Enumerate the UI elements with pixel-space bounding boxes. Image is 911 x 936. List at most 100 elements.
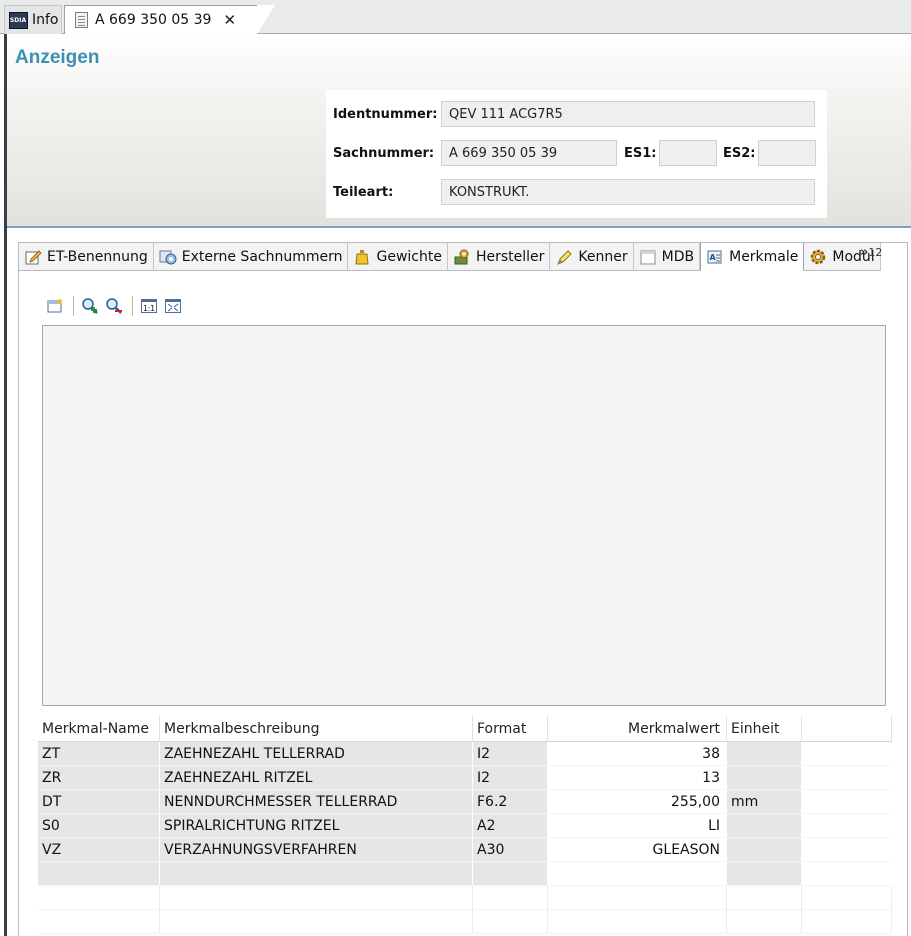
cell-merkmalwert[interactable]: LI — [548, 814, 727, 838]
teileart-field[interactable]: KONSTRUKT. — [441, 179, 815, 205]
cell-merkmalwert[interactable]: 38 — [548, 742, 727, 766]
part-info-form: Identnummer: QEV 111 ACG7R5 Sachnummer: … — [326, 90, 827, 218]
es2-label: ES2: — [723, 146, 756, 161]
identnummer-field[interactable]: QEV 111 ACG7R5 — [441, 101, 815, 127]
column-header-format[interactable]: Format — [473, 716, 548, 741]
es1-field[interactable] — [659, 140, 717, 166]
es2-field[interactable] — [758, 140, 816, 166]
empty-cell — [727, 886, 802, 910]
tab-kenner[interactable]: Kenner — [550, 243, 634, 271]
cell-merkmal-name — [38, 862, 160, 886]
cell-spacer — [802, 742, 892, 766]
cell-merkmal-name: VZ — [38, 838, 160, 862]
sdia-logo-icon: SDIA — [8, 11, 28, 29]
table-row[interactable]: ZT ZAEHNEZAHL TELLERRAD I2 38 — [38, 742, 892, 766]
identnummer-label: Identnummer: — [333, 107, 438, 122]
zoom-out-icon[interactable] — [103, 295, 125, 317]
empty-cell — [802, 910, 892, 934]
actual-size-icon[interactable]: 1:1 — [138, 295, 160, 317]
column-header-merkmal-name[interactable]: Merkmal-Name — [38, 716, 160, 741]
cell-einheit: mm — [727, 790, 802, 814]
tab-merkmale[interactable]: A Merkmale — [700, 243, 805, 271]
cell-merkmalwert[interactable] — [548, 862, 727, 886]
page-title: Anzeigen — [15, 47, 100, 68]
cell-merkmalbeschreibung: VERZAHNUNGSVERFAHREN — [160, 838, 473, 862]
table-row-empty — [38, 886, 892, 910]
cell-einheit — [727, 838, 802, 862]
empty-cell — [727, 910, 802, 934]
cell-merkmalwert[interactable]: 255,00 — [548, 790, 727, 814]
tab-gewichte[interactable]: Gewichte — [348, 243, 448, 271]
tab-et-benennung[interactable]: ET-Benennung — [19, 243, 154, 271]
column-header-merkmalbeschreibung[interactable]: Merkmalbeschreibung — [160, 716, 473, 741]
empty-cell — [473, 910, 548, 934]
new-window-icon[interactable] — [44, 295, 66, 317]
empty-cell — [473, 886, 548, 910]
cell-einheit — [727, 742, 802, 766]
image-viewer-canvas[interactable] — [42, 325, 886, 706]
sachnummer-field[interactable]: A 669 350 05 39 — [441, 140, 617, 166]
tab-hersteller[interactable]: Hersteller — [447, 243, 551, 271]
svg-text:A: A — [710, 253, 717, 262]
tab-part-editor-label: A 669 350 05 39 — [95, 12, 212, 28]
empty-cell — [38, 910, 160, 934]
cell-merkmalbeschreibung: ZAEHNEZAHL RITZEL — [160, 766, 473, 790]
cell-merkmalwert[interactable]: GLEASON — [548, 838, 727, 862]
table-row[interactable]: DT NENNDURCHMESSER TELLERRAD F6.2 255,00… — [38, 790, 892, 814]
actual-size-label: 1:1 — [143, 304, 155, 313]
cell-format: I2 — [473, 766, 548, 790]
window-icon — [638, 247, 658, 267]
document-icon — [71, 11, 91, 29]
edit-document-icon — [23, 247, 43, 267]
cell-merkmal-name: DT — [38, 790, 160, 814]
tab-externe-sachnummern[interactable]: Externe Sachnummern — [153, 243, 349, 271]
cell-format: A30 — [473, 838, 548, 862]
property-tab-bar: ET-Benennung Externe Sachnummern Gewicht… — [19, 243, 881, 271]
toolbar-separator — [73, 296, 74, 316]
zoom-in-icon[interactable] — [79, 295, 101, 317]
features-icon: A — [705, 247, 725, 267]
table-row[interactable]: ZR ZAEHNEZAHL RITZEL I2 13 — [38, 766, 892, 790]
tab-info[interactable]: SDIA Info — [4, 5, 62, 34]
es1-label: ES1: — [624, 146, 657, 161]
cell-merkmal-name: ZT — [38, 742, 160, 766]
tab-gewichte-label: Gewichte — [376, 248, 442, 265]
close-icon[interactable]: ✕ — [223, 11, 236, 29]
fit-to-window-icon[interactable] — [162, 295, 184, 317]
cell-merkmalbeschreibung: NENNDURCHMESSER TELLERRAD — [160, 790, 473, 814]
merkmale-table: Merkmal-Name Merkmalbeschreibung Format … — [38, 716, 892, 934]
column-header-merkmalwert[interactable]: Merkmalwert — [548, 716, 727, 741]
cell-spacer — [802, 790, 892, 814]
tab-part-editor[interactable]: A 669 350 05 39 ✕ — [64, 5, 275, 34]
toolbar-separator — [132, 296, 133, 316]
tab-kenner-label: Kenner — [578, 248, 628, 265]
cell-einheit — [727, 766, 802, 790]
cell-merkmal-name: ZR — [38, 766, 160, 790]
column-header-spacer — [802, 716, 892, 741]
empty-cell — [160, 910, 473, 934]
table-header: Merkmal-Name Merkmalbeschreibung Format … — [38, 716, 892, 742]
cell-merkmalwert[interactable]: 13 — [548, 766, 727, 790]
viewer-toolbar: 1:1 — [44, 293, 186, 319]
tab-info-label: Info — [32, 12, 59, 28]
empty-cell — [548, 910, 727, 934]
marker-icon — [554, 247, 574, 267]
empty-cell — [548, 886, 727, 910]
cell-format: F6.2 — [473, 790, 548, 814]
table-row[interactable]: VZ VERZAHNUNGSVERFAHREN A30 GLEASON — [38, 838, 892, 862]
tab-mdb[interactable]: MDB — [633, 243, 701, 271]
column-header-einheit[interactable]: Einheit — [727, 716, 802, 741]
more-tabs-button[interactable]: »12 — [860, 245, 882, 260]
gear-icon — [808, 247, 828, 267]
empty-cell — [38, 886, 160, 910]
table-row[interactable]: S0 SPIRALRICHTUNG RITZEL A2 LI — [38, 814, 892, 838]
more-tabs-count: 12 — [868, 246, 883, 259]
cell-spacer — [802, 838, 892, 862]
empty-cell — [160, 886, 473, 910]
weight-icon — [352, 247, 372, 267]
editor-tab-bar: SDIA Info A 669 350 05 39 ✕ — [0, 0, 911, 34]
cell-einheit — [727, 862, 802, 886]
cell-format: A2 — [473, 814, 548, 838]
cell-spacer — [802, 862, 892, 886]
table-row-new[interactable] — [38, 862, 892, 886]
